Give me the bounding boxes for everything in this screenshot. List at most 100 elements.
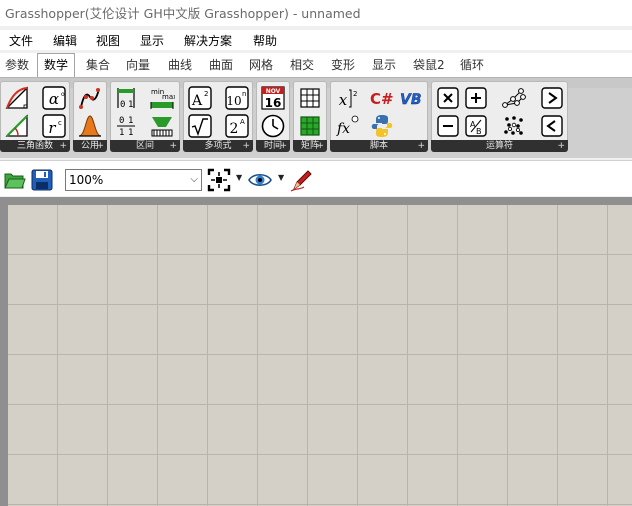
title-bar: Grasshopper(艾伦设计 GH中文版 Grasshopper) - un… [0, 0, 632, 26]
calendar-icon[interactable]: NOV 16 [260, 85, 286, 111]
svg-text:1: 1 [119, 128, 124, 138]
panel-operators: AB 运算符 + [431, 81, 568, 152]
panel-trig: αo rc 三角函数 + [0, 81, 70, 152]
menu-bar: 文件 编辑 视图 显示 解决方案 帮助 [0, 30, 632, 50]
menu-edit[interactable]: 编辑 [53, 32, 77, 49]
panel-label: 矩阵 + [293, 140, 327, 152]
menu-view[interactable]: 视图 [96, 32, 120, 49]
tab-transform[interactable]: 变形 [329, 56, 357, 76]
zoom-extents-icon[interactable] [207, 168, 231, 192]
green-matrix-icon[interactable] [297, 113, 323, 139]
chevron-down-icon[interactable]: ▼ [278, 173, 284, 182]
svg-text:2: 2 [230, 121, 239, 137]
panel-label: 三角函数 + [0, 140, 70, 152]
vb-icon[interactable]: VB [399, 85, 425, 111]
svg-text:2: 2 [353, 90, 357, 98]
canvas-frame [0, 197, 632, 506]
a-squared-icon[interactable]: A2 [187, 85, 213, 111]
power-ten-icon[interactable]: 10 n [224, 85, 250, 111]
svg-text:o: o [61, 91, 65, 98]
tab-surface[interactable]: 曲面 [207, 56, 235, 76]
sketch-pen-icon[interactable] [290, 168, 314, 192]
tab-intersect[interactable]: 相交 [288, 56, 316, 76]
svg-text:1: 1 [128, 128, 133, 138]
svg-text:16: 16 [265, 96, 282, 110]
svg-text:n: n [242, 90, 246, 98]
dots-cluster-icon[interactable] [501, 113, 527, 139]
interval-list-icon[interactable]: 0111 [113, 113, 139, 139]
panel-label: 公用 + [73, 140, 107, 152]
sine-dots-icon[interactable] [77, 85, 103, 111]
tab-kangaroo2[interactable]: 袋鼠2 [411, 56, 447, 76]
svg-text:1: 1 [128, 100, 133, 110]
panel-label: 多项式 + [183, 140, 253, 152]
min-max-icon[interactable]: minmax [149, 85, 175, 111]
menu-solution[interactable]: 解决方案 [184, 32, 232, 49]
fx-icon[interactable]: fx [334, 113, 360, 139]
panel-time: NOV 16 时间 + [256, 81, 290, 152]
svg-text:r: r [48, 119, 56, 137]
tab-loop[interactable]: 循环 [458, 56, 486, 76]
subtract-icon[interactable] [435, 113, 461, 139]
svg-text:max: max [162, 93, 175, 101]
component-tabs: 参数 数学 集合 向量 曲线 曲面 网格 相交 变形 显示 袋鼠2 循环 [0, 53, 632, 78]
bell-curve-icon[interactable] [77, 113, 103, 139]
square-root-icon[interactable] [187, 113, 213, 139]
panel-label: 时间 + [256, 140, 290, 152]
tab-params[interactable]: 参数 [3, 56, 31, 76]
svg-text:α: α [49, 90, 59, 108]
csharp-icon[interactable]: C# [369, 85, 395, 111]
panel-script: x2 C# VB fx 脚本 + [330, 81, 428, 152]
svg-text:1: 1 [128, 116, 133, 126]
save-icon[interactable] [30, 168, 54, 192]
python-icon[interactable] [369, 113, 395, 139]
multiply-icon[interactable] [435, 85, 461, 111]
window-title: Grasshopper(艾伦设计 GH中文版 Grasshopper) - un… [5, 6, 361, 21]
svg-text:fx: fx [336, 121, 350, 137]
panel-label: 区间 + [110, 140, 180, 152]
tab-maths[interactable]: 数学 [37, 53, 76, 77]
graph-nodes-icon[interactable] [501, 85, 527, 111]
svg-text:0: 0 [120, 100, 125, 110]
triangle-right-icon[interactable] [4, 113, 30, 139]
tab-mesh[interactable]: 网格 [247, 56, 275, 76]
canvas-toolbar: 100% ⌵ ▼ ▼ [0, 160, 632, 196]
matrix-grid-icon[interactable] [297, 85, 323, 111]
chevron-down-icon[interactable]: ▼ [236, 173, 242, 182]
divide-icon[interactable]: AB [463, 113, 489, 139]
svg-text:c: c [58, 119, 62, 127]
component-ribbon: αo rc 三角函数+ 公用+ 01 minmax 0111 [0, 78, 632, 158]
tab-curve[interactable]: 曲线 [166, 56, 194, 76]
less-than-icon[interactable] [539, 113, 565, 139]
zoom-select[interactable]: 100% ⌵ [65, 169, 202, 191]
svg-text:A: A [191, 93, 203, 109]
menu-file[interactable]: 文件 [9, 32, 33, 49]
panel-label: 脚本 + [330, 140, 428, 152]
svg-text:2: 2 [204, 90, 208, 98]
x-squared-icon[interactable]: x2 [334, 85, 360, 111]
svg-text:C#: C# [370, 90, 394, 108]
alpha-icon[interactable]: αo [41, 85, 67, 111]
svg-text:B: B [476, 127, 482, 136]
open-folder-icon[interactable] [3, 168, 27, 192]
menu-help[interactable]: 帮助 [253, 32, 277, 49]
two-power-icon[interactable]: 2A [224, 113, 250, 139]
eye-icon[interactable] [248, 168, 272, 192]
tab-display[interactable]: 显示 [370, 56, 398, 76]
gradient-bar-icon[interactable] [149, 113, 175, 139]
interval-domain-icon[interactable]: 01 [113, 85, 139, 111]
add-icon[interactable] [463, 85, 489, 111]
tab-sets[interactable]: 集合 [84, 56, 112, 76]
r-squared-icon[interactable]: rc [41, 113, 67, 139]
greater-than-icon[interactable] [539, 85, 565, 111]
panel-matrix: 矩阵 + [293, 81, 327, 152]
menu-display[interactable]: 显示 [140, 32, 164, 49]
svg-text:NOV: NOV [266, 88, 281, 95]
triangle-curve-icon[interactable] [4, 85, 30, 111]
tab-vector[interactable]: 向量 [124, 56, 152, 76]
svg-text:10: 10 [226, 94, 241, 108]
grasshopper-canvas[interactable] [8, 205, 632, 506]
clock-icon[interactable] [260, 113, 286, 139]
svg-text:VB: VB [400, 92, 422, 108]
zoom-value: 100% [69, 173, 104, 187]
